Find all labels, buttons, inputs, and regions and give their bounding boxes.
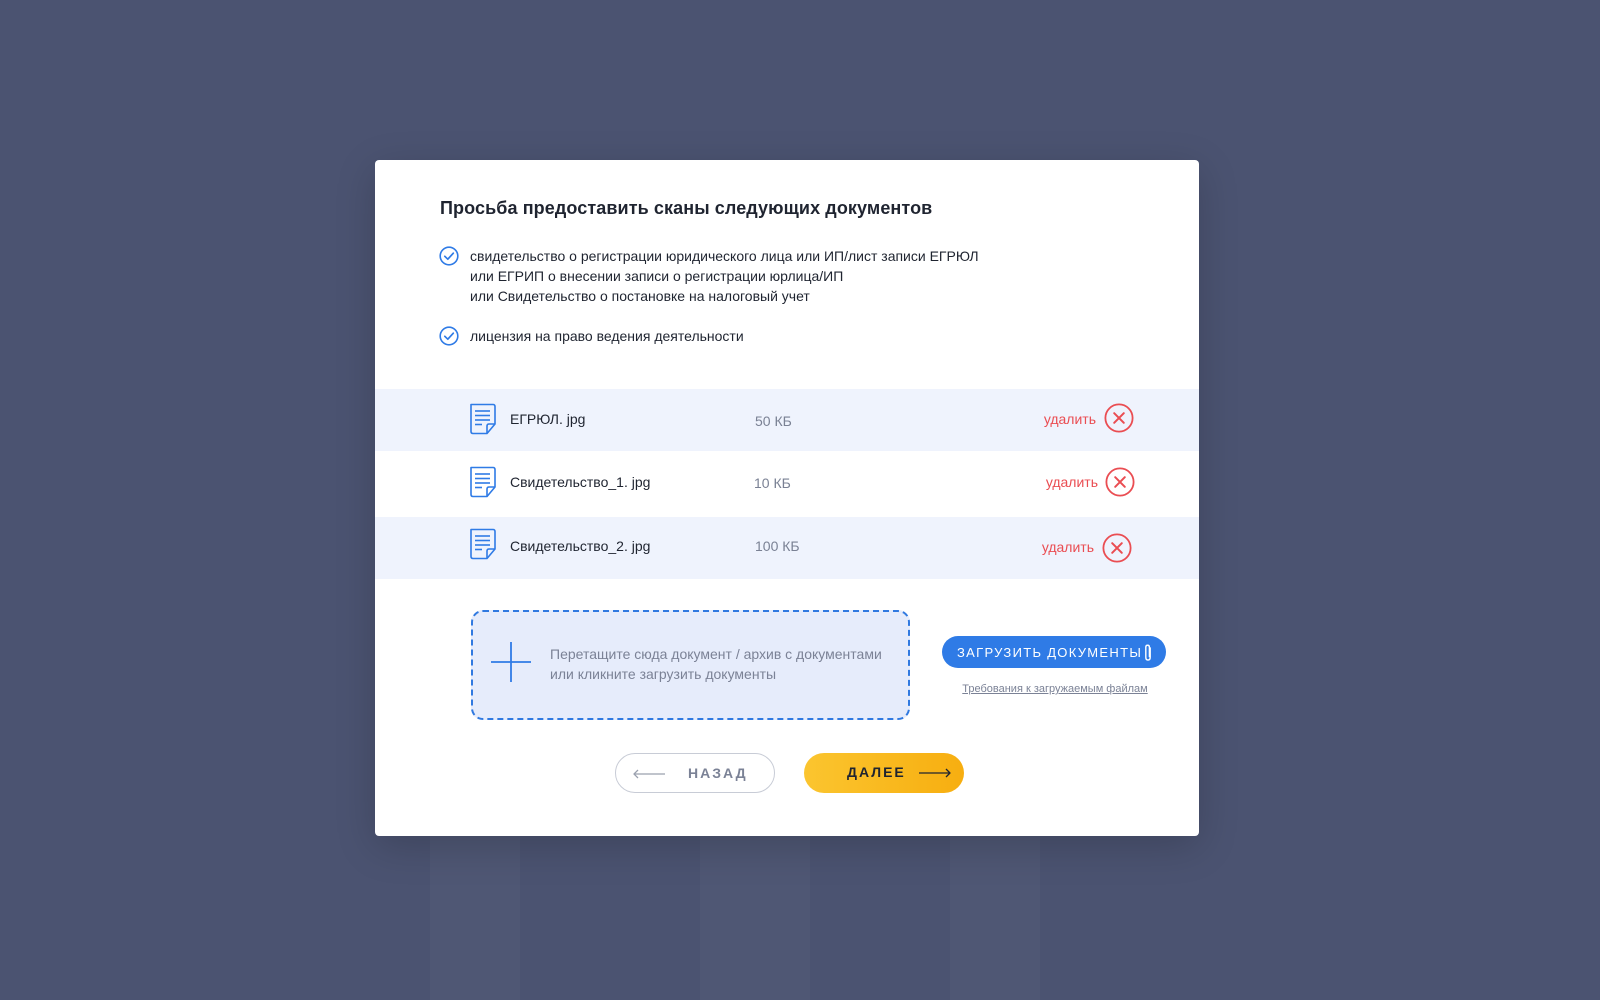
file-row: ЕГРЮЛ. jpg 50 КБ удалить [375, 389, 1199, 451]
documents-modal: Просьба предоставить сканы следующих док… [375, 160, 1199, 836]
upload-button-label: ЗАГРУЗИТЬ ДОКУМЕНТЫ [957, 644, 1143, 660]
dropzone-text: или кликните загрузить документы [550, 666, 777, 682]
file-size: 50 КБ [755, 413, 792, 429]
file-name: Свидетельство_2. jpg [510, 538, 651, 554]
document-icon [470, 403, 496, 435]
arrow-left-icon [633, 769, 665, 779]
file-name: ЕГРЮЛ. jpg [510, 411, 586, 427]
requirement-text: свидетельство о регистрации юридического… [470, 248, 979, 264]
requirement-item: свидетельство о регистрации юридического… [439, 246, 1039, 306]
arrow-right-icon [919, 768, 951, 778]
delete-link[interactable]: удалить [1042, 539, 1094, 555]
requirement-item: лицензия на право ведения деятельности [439, 326, 1039, 346]
uploaded-files-list: ЕГРЮЛ. jpg 50 КБ удалить Свидетельство_1… [375, 389, 1199, 579]
dropzone-text: Перетащите сюда документ / архив с докум… [550, 646, 882, 662]
document-icon [470, 466, 496, 498]
check-circle-icon [439, 326, 459, 346]
file-row: Свидетельство_1. jpg 10 КБ удалить [375, 451, 1199, 517]
requirement-text: лицензия на право ведения деятельности [470, 328, 744, 344]
close-circle-icon[interactable] [1104, 403, 1134, 433]
requirement-text: или Свидетельство о постановке на налого… [470, 288, 810, 304]
file-name: Свидетельство_1. jpg [510, 474, 651, 490]
back-button[interactable]: НАЗАД [615, 753, 775, 793]
next-button[interactable]: ДАЛЕЕ [804, 753, 964, 793]
file-size: 10 КБ [754, 475, 791, 491]
close-circle-icon[interactable] [1105, 467, 1135, 497]
back-button-label: НАЗАД [688, 765, 748, 781]
requirements-list: свидетельство о регистрации юридического… [439, 246, 1039, 366]
requirement-text: или ЕГРИП о внесении записи о регистраци… [470, 268, 844, 284]
file-requirements-link[interactable]: Требования к загружаемым файлам [950, 683, 1160, 695]
upload-documents-button[interactable]: ЗАГРУЗИТЬ ДОКУМЕНТЫ [942, 636, 1166, 668]
close-circle-icon[interactable] [1102, 533, 1132, 563]
delete-link[interactable]: удалить [1044, 411, 1096, 427]
document-icon [470, 528, 496, 560]
file-dropzone[interactable]: Перетащите сюда документ / архив с докум… [471, 610, 910, 720]
file-size: 100 КБ [755, 538, 800, 554]
delete-link[interactable]: удалить [1046, 474, 1098, 490]
paperclip-icon [1145, 644, 1151, 661]
modal-title: Просьба предоставить сканы следующих док… [440, 198, 933, 218]
file-row: Свидетельство_2. jpg 100 КБ удалить [375, 517, 1199, 579]
next-button-label: ДАЛЕЕ [847, 764, 906, 780]
check-circle-icon [439, 246, 459, 266]
plus-icon [491, 642, 531, 682]
